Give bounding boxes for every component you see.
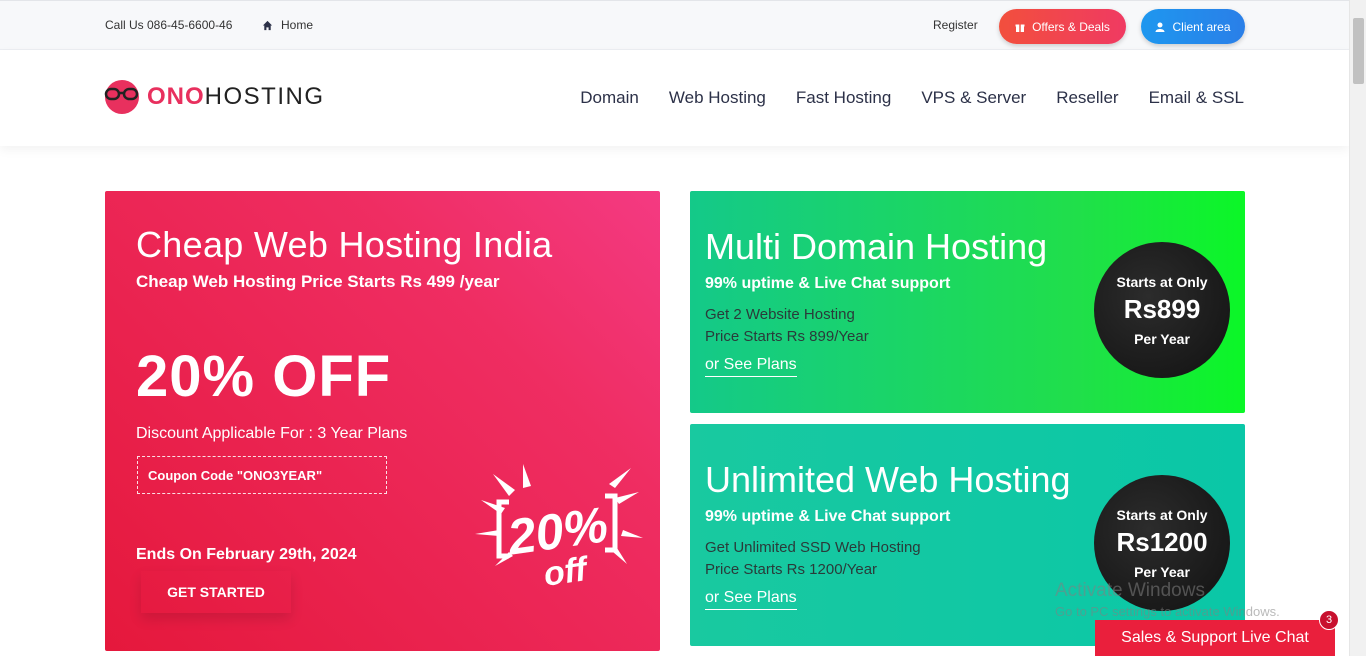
live-chat-button[interactable]: Sales & Support Live Chat 3 — [1095, 610, 1339, 656]
user-icon — [1155, 22, 1165, 32]
promo-applicable: Discount Applicable For : 3 Year Plans — [136, 425, 408, 442]
discount-badge-icon: 20% off — [475, 464, 643, 594]
card-line-2: Price Starts Rs 1200/Year — [705, 561, 878, 578]
promo-discount: 20% OFF — [136, 344, 392, 409]
badge-off: off — [541, 550, 592, 594]
live-chat-label: Sales & Support Live Chat — [1121, 629, 1309, 646]
watermark-line-2: Go to PC settings to activate Windows. — [1055, 604, 1280, 619]
price-starts-label: Starts at Only — [1116, 507, 1208, 523]
logo-ono-text: ONO — [147, 83, 205, 110]
card-subtitle: 99% uptime & Live Chat support — [705, 508, 951, 525]
coupon-code-box: Coupon Code "ONO3YEAR" — [137, 456, 387, 494]
watermark-line-1: Activate Windows — [1055, 580, 1205, 601]
chat-notification-badge: 3 — [1319, 610, 1339, 630]
nav-domain[interactable]: Domain — [580, 88, 639, 108]
see-plans-link[interactable]: or See Plans — [705, 589, 797, 610]
main-menu: Domain Web Hosting Fast Hosting VPS & Se… — [580, 88, 1244, 108]
client-area-label: Client area — [1172, 19, 1231, 34]
card-line-1: Get Unlimited SSD Web Hosting — [705, 539, 921, 556]
price-circle: Starts at Only Rs899 Per Year — [1094, 242, 1230, 378]
card-title: Multi Domain Hosting — [705, 226, 1048, 267]
nav-reseller[interactable]: Reseller — [1056, 88, 1118, 108]
home-link[interactable]: Home — [262, 18, 313, 32]
register-link[interactable]: Register — [933, 18, 978, 32]
price-period: Per Year — [1134, 564, 1190, 580]
multi-domain-card: Multi Domain Hosting 99% uptime & Live C… — [690, 191, 1245, 413]
main-navbar: ONO HOSTING Domain Web Hosting Fast Host… — [0, 50, 1349, 146]
nav-vps-server[interactable]: VPS & Server — [921, 88, 1026, 108]
home-icon — [262, 20, 273, 30]
price-value: Rs899 — [1123, 294, 1201, 324]
site-logo[interactable]: ONO HOSTING — [104, 80, 325, 114]
activate-windows-watermark: Activate Windows Go to PC settings to ac… — [1055, 580, 1280, 619]
gift-icon — [1015, 24, 1025, 32]
get-started-button[interactable]: GET STARTED — [141, 571, 291, 613]
client-area-button[interactable]: Client area — [1141, 9, 1245, 44]
price-period: Per Year — [1134, 331, 1190, 347]
price-starts-label: Starts at Only — [1116, 274, 1208, 290]
promo-title: Cheap Web Hosting India — [136, 224, 553, 265]
nav-web-hosting[interactable]: Web Hosting — [669, 88, 766, 108]
price-value: Rs1200 — [1116, 527, 1208, 557]
promo-ends: Ends On February 29th, 2024 — [136, 546, 357, 563]
scrollbar-thumb[interactable] — [1353, 18, 1364, 84]
offers-deals-button[interactable]: Offers & Deals — [999, 9, 1126, 44]
home-label: Home — [281, 18, 314, 32]
offers-deals-label: Offers & Deals — [1032, 19, 1110, 34]
promo-banner: Cheap Web Hosting India Cheap Web Hostin… — [105, 191, 660, 651]
card-line-1: Get 2 Website Hosting — [705, 306, 855, 323]
card-line-2: Price Starts Rs 899/Year — [705, 328, 869, 345]
nav-email-ssl[interactable]: Email & SSL — [1149, 88, 1244, 108]
card-title: Unlimited Web Hosting — [705, 459, 1071, 500]
see-plans-link[interactable]: or See Plans — [705, 356, 797, 377]
top-bar: Call Us 086-45-6600-46 Home Register Off… — [0, 0, 1349, 50]
logo-hosting-text: HOSTING — [204, 83, 325, 110]
call-us-text: Call Us 086-45-6600-46 — [105, 18, 233, 32]
card-subtitle: 99% uptime & Live Chat support — [705, 275, 951, 292]
page-scrollbar[interactable] — [1349, 0, 1366, 656]
promo-subtitle: Cheap Web Hosting Price Starts Rs 499 /y… — [136, 272, 500, 291]
nav-fast-hosting[interactable]: Fast Hosting — [796, 88, 891, 108]
mascot-logo-icon — [104, 80, 139, 114]
